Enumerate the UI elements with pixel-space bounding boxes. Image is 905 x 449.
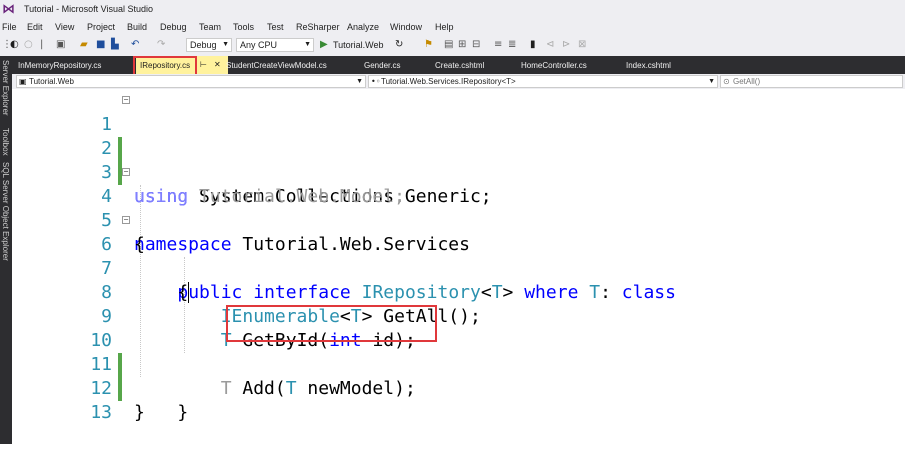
code-line-6: 6 − public interface IRepository<T> wher… <box>12 209 905 304</box>
menu-debug[interactable]: Debug <box>160 22 187 32</box>
bookmark-icon[interactable]: ▮ <box>530 39 536 51</box>
menu-help[interactable]: Help <box>435 22 454 32</box>
dock-sql-server-object-explorer[interactable]: SQL Server Object Explorer <box>1 162 10 261</box>
properties-icon[interactable]: ⊞ <box>458 39 466 51</box>
open-file-icon[interactable]: ▰ <box>80 39 88 51</box>
chevron-down-icon: ▼ <box>356 78 363 85</box>
tab-label: IRepository.cs <box>140 61 191 70</box>
tab-inmemoryrepository[interactable]: InMemoryRepository.cs <box>18 56 136 74</box>
chevron-down-icon: ▼ <box>708 78 715 85</box>
line-number: 13 <box>90 402 112 423</box>
save-all-icon[interactable]: ▙ <box>111 39 119 51</box>
code-line-10: 10 T Add(T newModel); <box>12 305 905 399</box>
menu-bar: File Edit View Project Build Debug Team … <box>0 20 905 36</box>
code-text: } <box>134 402 145 423</box>
project-value: Tutorial.Web <box>29 77 74 86</box>
tab-label: StudentCreateViewModel.cs <box>226 61 327 70</box>
pin-icon[interactable]: ⊢ <box>200 56 207 74</box>
menu-file[interactable]: File <box>2 22 17 32</box>
clear-bookmarks-icon[interactable]: ⊠ <box>578 39 586 51</box>
solution-explorer-icon[interactable]: ▤ <box>444 39 453 51</box>
document-tab-well: InMemoryRepository.cs IRepository.cs ⊢ ✕… <box>12 56 905 74</box>
collapse-icon[interactable]: − <box>122 96 130 104</box>
configuration-value: Debug <box>190 40 217 50</box>
code-line-5: 5 { <box>12 185 905 255</box>
next-bookmark-icon[interactable]: ⊳ <box>562 39 570 51</box>
code-line-4: 4 − namespace Tutorial.Web.Services <box>12 161 905 256</box>
collapse-icon[interactable]: − <box>122 216 130 224</box>
tab-homecontroller[interactable]: HomeController.cs <box>521 56 621 74</box>
collapse-icon[interactable]: − <box>122 168 130 176</box>
code-line-13: 13 <box>12 377 905 423</box>
redo-icon[interactable]: ↷ <box>157 39 165 51</box>
left-dock-strip: Server Explorer Toolbox SQL Server Objec… <box>0 56 12 444</box>
tab-label: Gender.cs <box>364 61 401 70</box>
tab-irepository[interactable]: IRepository.cs ⊢ ✕ <box>136 56 228 74</box>
platform-select[interactable]: Any CPU ▼ <box>236 38 314 52</box>
navigation-bar: ▣ Tutorial.Web ▼ •◦ Tutorial.Web.Service… <box>12 74 905 90</box>
code-line-12: 12 } <box>12 353 905 423</box>
csharp-file-icon: ▣ <box>19 77 27 86</box>
tab-create-cshtml[interactable]: Create.cshtml <box>435 56 515 74</box>
dock-toolbox[interactable]: Toolbox <box>1 128 10 156</box>
tab-label: HomeController.cs <box>521 61 587 70</box>
new-project-icon[interactable]: ▣ <box>56 39 65 51</box>
code-text: } <box>177 402 189 423</box>
project-dropdown[interactable]: ▣ Tutorial.Web ▼ <box>16 75 366 88</box>
back-icon[interactable]: ◐ <box>10 39 19 51</box>
separator-icon: | <box>40 39 44 50</box>
save-icon[interactable]: ■ <box>96 39 105 51</box>
menu-resharper[interactable]: ReSharper <box>296 22 340 32</box>
window-title: Tutorial - Microsoft Visual Studio <box>24 4 154 14</box>
menu-analyze[interactable]: Analyze <box>347 22 379 32</box>
code-line-3: 3 <box>12 137 905 183</box>
refresh-icon[interactable]: ↻ <box>395 39 403 51</box>
menu-build[interactable]: Build <box>127 22 147 32</box>
tab-gender[interactable]: Gender.cs <box>364 56 430 74</box>
menu-team[interactable]: Team <box>199 22 221 32</box>
menu-tools[interactable]: Tools <box>233 22 254 32</box>
configuration-select[interactable]: Debug ▼ <box>186 38 232 52</box>
tab-index-cshtml[interactable]: Index.cshtml <box>626 56 706 74</box>
code-line-2: 2 using Tutorial.Web.Model; <box>12 113 905 207</box>
uncomment-icon[interactable]: ≣ <box>508 39 516 51</box>
tab-studentcreateviewmodel[interactable]: StudentCreateViewModel.cs <box>226 56 366 74</box>
code-line-1: 1 − using System.Collections.Generic; <box>12 89 905 208</box>
code-editor[interactable]: 1 − using System.Collections.Generic; 2 … <box>12 89 905 444</box>
code-line-7: 7 {​ <box>12 233 905 303</box>
start-label[interactable]: Tutorial.Web <box>333 40 384 50</box>
prev-bookmark-icon[interactable]: ⊲ <box>546 39 554 51</box>
undo-icon[interactable]: ↶ <box>131 39 139 51</box>
code-line-8: 8 IEnumerable<T> GetAll(); <box>12 257 905 327</box>
member-dropdown[interactable]: ⊙ GetAll() <box>720 75 903 88</box>
browser-link-icon[interactable]: ⚑ <box>424 39 433 51</box>
tab-label: Index.cshtml <box>626 61 671 70</box>
title-bar: ⋈ Tutorial - Microsoft Visual Studio <box>0 0 905 20</box>
forward-icon[interactable]: ○ <box>24 39 33 51</box>
menu-view[interactable]: View <box>55 22 74 32</box>
tab-label: InMemoryRepository.cs <box>18 61 102 70</box>
code-line-9: 9 T GetById(int id); <box>12 281 905 351</box>
type-dropdown[interactable]: •◦ Tutorial.Web.Services.IRepository<T> … <box>368 75 718 88</box>
menu-edit[interactable]: Edit <box>27 22 43 32</box>
code-line-11: 11 } <box>12 329 905 423</box>
toolbox-icon[interactable]: ⊟ <box>472 39 480 51</box>
vs-logo-icon: ⋈ <box>2 2 15 17</box>
chevron-down-icon: ▼ <box>222 41 229 48</box>
method-icon: ⊙ <box>723 77 730 86</box>
menu-test[interactable]: Test <box>267 22 284 32</box>
chevron-down-icon: ▼ <box>304 41 311 48</box>
standard-toolbar: ⋮ ◐ ○ | ▣ ▰ ■ ▙ ↶ ↷ Debug ▼ Any CPU ▼ ▶ … <box>0 36 905 56</box>
close-icon[interactable]: ✕ <box>214 56 221 74</box>
comment-icon[interactable]: ≡ <box>494 39 502 51</box>
dock-server-explorer[interactable]: Server Explorer <box>1 60 10 116</box>
member-value: GetAll() <box>733 77 761 86</box>
menu-project[interactable]: Project <box>87 22 115 32</box>
class-icon: •◦ <box>371 77 381 86</box>
tab-label: Create.cshtml <box>435 61 485 70</box>
start-icon[interactable]: ▶ <box>320 39 328 51</box>
menu-window[interactable]: Window <box>390 22 422 32</box>
platform-value: Any CPU <box>240 40 278 50</box>
type-value: Tutorial.Web.Services.IRepository<T> <box>381 77 516 86</box>
